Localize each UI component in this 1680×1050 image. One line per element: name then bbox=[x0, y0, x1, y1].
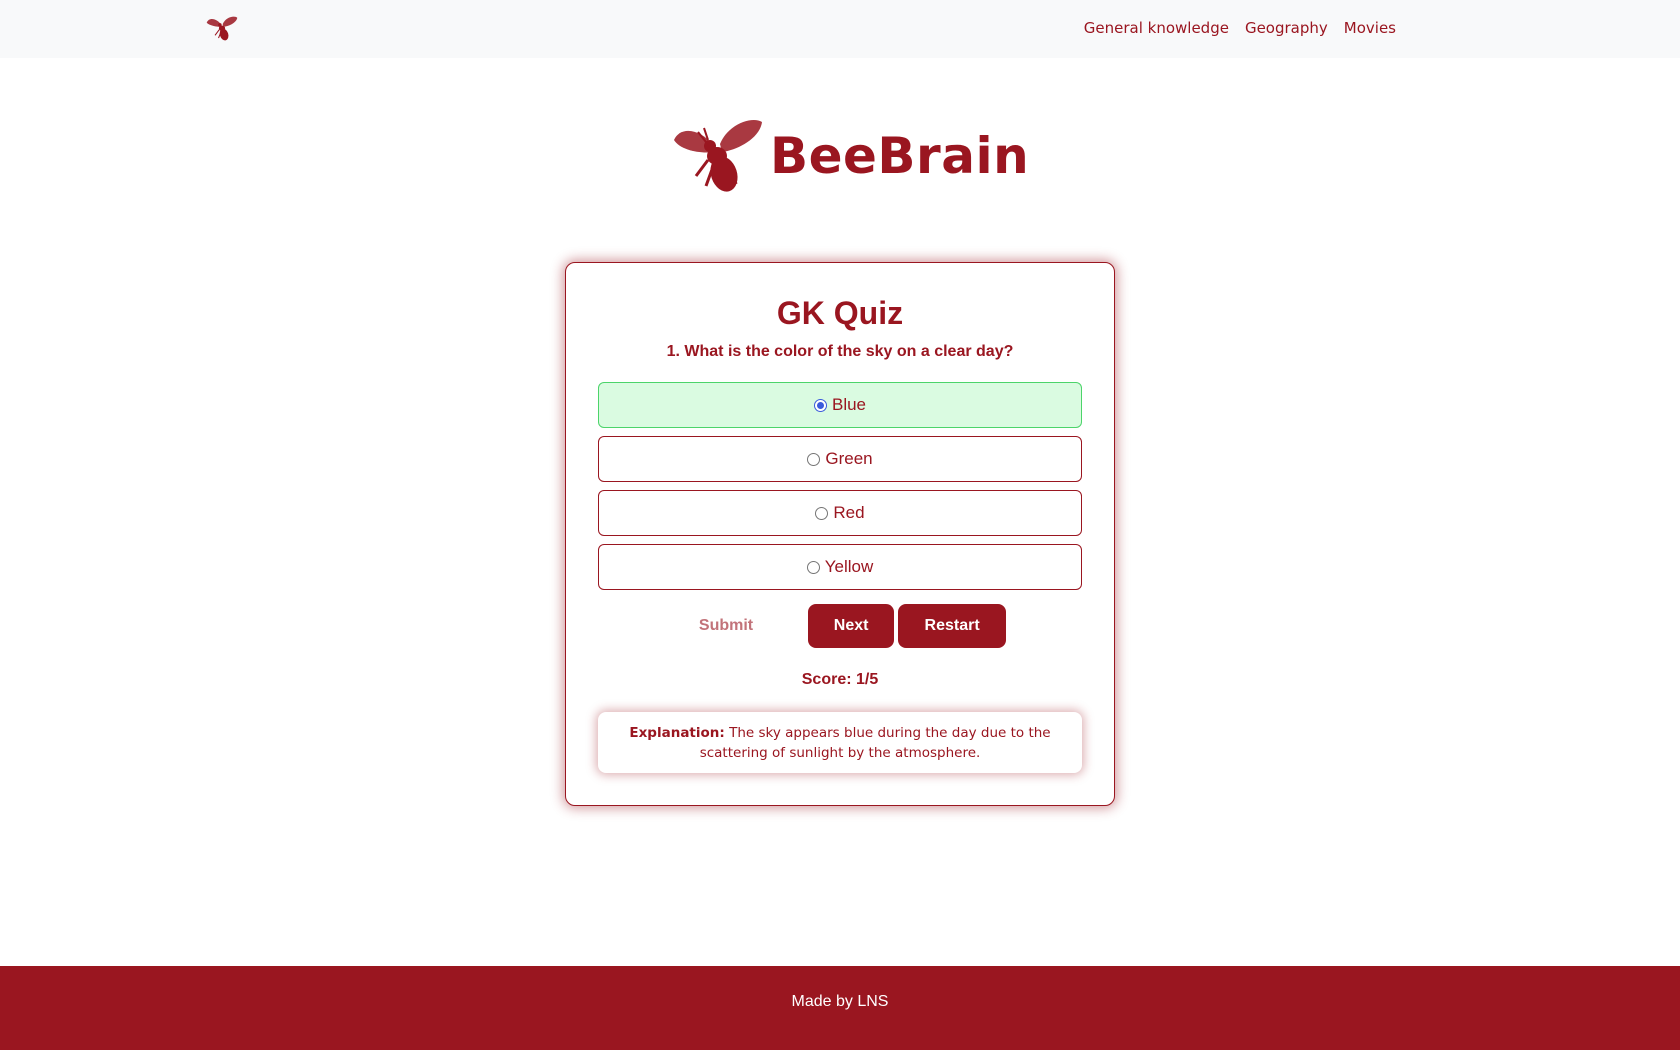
radio-button[interactable] bbox=[806, 560, 820, 574]
option-label: Blue bbox=[831, 395, 867, 414]
footer: Made by LNS bbox=[0, 966, 1680, 1050]
question-text: 1. What is the color of the sky on a cle… bbox=[666, 343, 1014, 360]
option-label: Red bbox=[833, 503, 865, 522]
explanation-text: The sky appears blue during the day due … bbox=[699, 725, 1051, 761]
bee-icon[interactable] bbox=[206, 15, 238, 43]
quiz-actions: Submit Next Restart bbox=[566, 604, 1114, 648]
next-button[interactable]: Next bbox=[808, 604, 895, 648]
radio-button[interactable] bbox=[807, 452, 821, 466]
option-green[interactable]: Green bbox=[598, 436, 1082, 482]
brand-header: BeeBrain bbox=[672, 116, 1029, 196]
option-red[interactable]: Red bbox=[598, 490, 1082, 536]
radio-button[interactable] bbox=[813, 398, 827, 412]
top-navbar: General knowledge Geography Movies bbox=[0, 0, 1680, 58]
answer-options: Blue Green Red Yellow bbox=[598, 382, 1082, 598]
option-blue[interactable]: Blue bbox=[598, 382, 1082, 428]
nav-link-geography[interactable]: Geography bbox=[1245, 19, 1328, 37]
nav-link-general-knowledge[interactable]: General knowledge bbox=[1084, 19, 1229, 37]
option-label: Yellow bbox=[824, 557, 874, 576]
option-label: Green bbox=[825, 449, 873, 468]
bee-icon bbox=[674, 120, 762, 192]
quiz-title: GK Quiz bbox=[776, 295, 904, 331]
nav-links: General knowledge Geography Movies bbox=[1084, 19, 1396, 37]
score-text: Score: 1/5 bbox=[801, 671, 879, 688]
explanation-box: Explanation: The sky appears blue during… bbox=[598, 712, 1082, 773]
submit-button[interactable]: Submit bbox=[674, 604, 778, 648]
footer-text: Made by LNS bbox=[791, 993, 889, 1010]
explanation-label: Explanation: bbox=[629, 725, 725, 741]
nav-link-movies[interactable]: Movies bbox=[1344, 19, 1396, 37]
option-yellow[interactable]: Yellow bbox=[598, 544, 1082, 590]
brand-name: BeeBrain bbox=[770, 127, 1030, 185]
radio-button[interactable] bbox=[815, 506, 829, 520]
quiz-card: GK Quiz 1. What is the color of the sky … bbox=[565, 262, 1115, 806]
restart-button[interactable]: Restart bbox=[898, 604, 1007, 648]
